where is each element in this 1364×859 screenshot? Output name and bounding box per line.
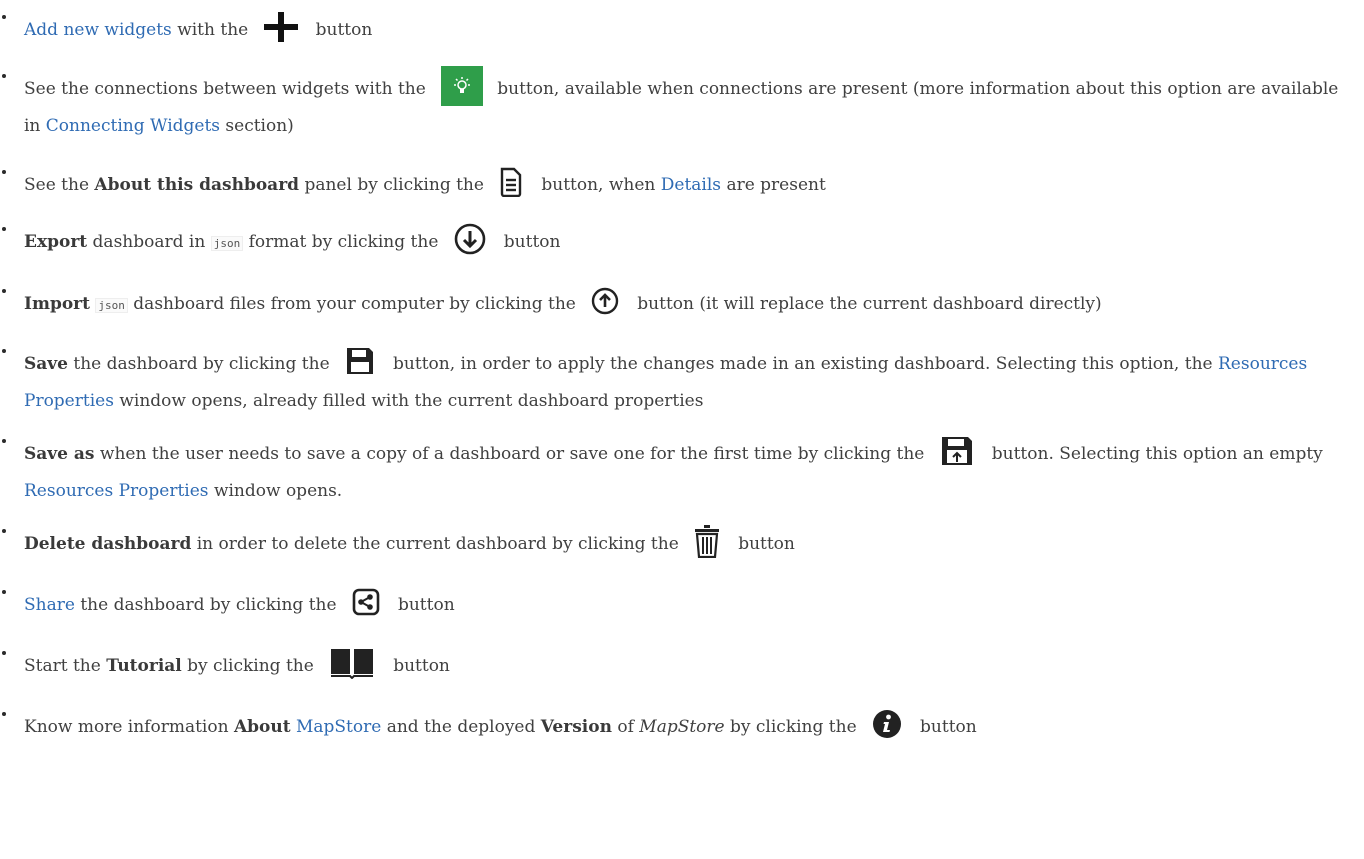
item-text: button <box>503 232 561 252</box>
item-text: by clicking the <box>730 717 857 737</box>
item-text: window opens, already filled with the cu… <box>119 391 704 411</box>
mapstore-link[interactable]: MapStore <box>296 717 381 737</box>
item-bold: Delete dashboard <box>24 534 192 554</box>
connecting-widgets-link[interactable]: Connecting Widgets <box>46 116 220 136</box>
item-text: button (it will replace the current dash… <box>637 294 1102 314</box>
item-text: button <box>393 656 450 676</box>
inline-code: json <box>210 236 244 251</box>
list-item: Know more information About MapStore and… <box>2 709 1359 746</box>
list-item: Add new widgets with the button <box>2 11 1359 49</box>
list-item: Save the dashboard by clicking the butto… <box>2 346 1359 420</box>
list-item: Start the Tutorial by clicking the butto… <box>2 647 1359 685</box>
item-text: the dashboard by clicking the <box>80 595 337 615</box>
connections-button[interactable] <box>441 65 484 106</box>
item-text: panel by clicking the <box>304 175 484 195</box>
item-text: button, when <box>541 175 656 195</box>
upload-circle-icon[interactable] <box>591 287 619 315</box>
list-item: See the connections between widgets with… <box>2 65 1359 145</box>
item-bold: Tutorial <box>106 656 182 676</box>
item-text: format by clicking the <box>248 232 439 252</box>
item-text: button <box>397 595 455 615</box>
item-text: button, in order to apply the changes ma… <box>393 354 1213 374</box>
item-text: button <box>738 534 795 554</box>
info-icon[interactable] <box>872 709 902 739</box>
item-text: button <box>315 20 373 40</box>
plus-icon[interactable] <box>263 11 298 42</box>
list-item: Save as when the user needs to save a co… <box>2 435 1359 510</box>
list-item: See the About this dashboard panel by cl… <box>2 167 1359 204</box>
item-bold: About this dashboard <box>94 175 300 195</box>
item-text: Know more information <box>24 717 229 737</box>
item-bold: Save as <box>24 444 95 464</box>
add-widgets-link[interactable]: Add new widgets <box>24 20 172 40</box>
save-icon[interactable] <box>345 346 375 376</box>
details-link[interactable]: Details <box>661 175 721 195</box>
list-item: Export dashboard in json format by click… <box>2 223 1359 262</box>
item-text: with the <box>177 20 249 40</box>
item-text: in order to delete the current dashboard… <box>196 534 679 554</box>
item-text: dashboard files from your computer by cl… <box>133 294 576 314</box>
item-text: See the connections between widgets with… <box>24 79 426 99</box>
item-bold: Save <box>24 354 68 374</box>
trash-icon[interactable] <box>694 524 720 558</box>
inline-code: json <box>95 298 128 313</box>
resources-properties-link[interactable]: Resources Properties <box>24 481 209 501</box>
item-text: the dashboard by clicking the <box>73 354 330 374</box>
feature-list: Add new widgets with the button See the … <box>0 11 1359 746</box>
item-bold: About <box>233 717 291 737</box>
item-text: button. Selecting this option an empty <box>991 444 1323 464</box>
list-item: Share the dashboard by clicking the butt… <box>2 587 1359 624</box>
item-text: by clicking the <box>187 656 314 676</box>
item-italic: MapStore <box>639 717 725 737</box>
item-text: See the <box>24 175 90 195</box>
item-text: Start the <box>24 656 101 676</box>
item-text: dashboard in <box>92 232 206 252</box>
item-text: of <box>617 717 634 737</box>
share-link[interactable]: Share <box>24 595 75 615</box>
item-text: and the deployed <box>386 717 536 737</box>
item-text: section) <box>225 116 294 136</box>
share-icon[interactable] <box>352 588 380 616</box>
save-as-icon[interactable] <box>940 435 974 467</box>
item-text: button <box>920 717 977 737</box>
item-bold: Import <box>24 294 90 314</box>
lightbulb-icon <box>454 76 471 93</box>
list-item: Import json dashboard files from your co… <box>2 286 1359 324</box>
item-bold: Export <box>24 232 88 252</box>
book-icon[interactable] <box>329 647 375 679</box>
item-text: when the user needs to save a copy of a … <box>99 444 925 464</box>
item-text: window opens. <box>213 481 343 501</box>
item-text: are present <box>726 175 826 195</box>
download-circle-icon[interactable] <box>454 223 486 255</box>
document-icon[interactable] <box>499 167 523 197</box>
list-item: Delete dashboard in order to delete the … <box>2 524 1359 563</box>
item-bold: Version <box>540 717 612 737</box>
